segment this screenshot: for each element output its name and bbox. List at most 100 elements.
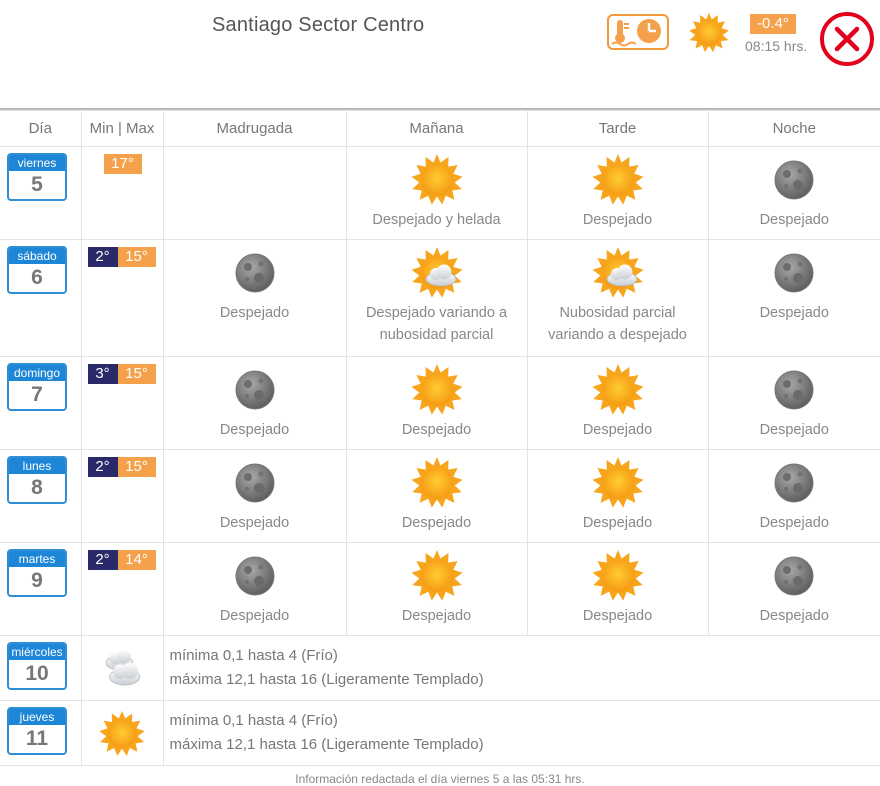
sun-icon — [591, 549, 645, 603]
close-icon[interactable] — [819, 11, 875, 67]
table-row: lunes 8 2° 15° Despejado Despejado Despejado De… — [0, 449, 880, 543]
day-name: martes — [9, 551, 65, 567]
footer-note: Información redactada el día viernes 5 a… — [295, 772, 585, 786]
period-cell: Despejado — [526, 449, 709, 543]
period-cell: Despejado variando a nubosidad parcial — [345, 239, 528, 357]
period-cell: Despejado — [707, 542, 880, 636]
day-cell: sábado 6 — [0, 239, 82, 357]
day-number: 6 — [31, 266, 43, 289]
period-cell: Despejado — [526, 356, 709, 450]
thermometer-clock-icon[interactable] — [607, 14, 669, 50]
extended-icon-cell — [80, 635, 164, 701]
period-cell: Despejado — [526, 542, 709, 636]
temp-max: 15° — [117, 364, 156, 384]
day-cell: domingo 7 — [0, 356, 82, 450]
minmax-badge: 2° 14° — [87, 550, 163, 570]
moon-icon — [767, 246, 821, 300]
condition-label: Nubosidad parcial variando a despejado — [548, 305, 687, 343]
table-row: sábado 6 2° 15° Despejado Despejado variando … — [0, 239, 880, 357]
day-number: 10 — [25, 662, 49, 685]
col-noche: Noche — [707, 110, 880, 147]
condition-label: Despejado — [219, 305, 290, 321]
sun-cloud-icon — [410, 246, 464, 300]
day-cell: miércoles 10 — [0, 635, 82, 701]
clouds-icon — [98, 645, 146, 693]
max-range-text: máxima 12,1 hasta 16 (Ligeramente Templa… — [169, 671, 484, 688]
header: Santiago Sector Centro -0.4° 08:15 hrs. — [0, 0, 880, 108]
temp-min: 2° — [87, 247, 118, 267]
day-badge: miércoles 10 — [7, 642, 67, 690]
minmax-badge: 3° 15° — [87, 364, 163, 384]
minmax-cell: 3° 15° — [80, 356, 164, 450]
period-cell: Despejado — [707, 356, 880, 450]
period-cell: Despejado — [707, 449, 880, 543]
day-cell: jueves 11 — [0, 700, 82, 766]
condition-label: Despejado y helada — [372, 212, 501, 228]
period-cell: Despejado — [162, 356, 347, 450]
max-range-text: máxima 12,1 hasta 16 (Ligeramente Templa… — [169, 736, 484, 753]
day-number: 7 — [31, 383, 43, 406]
period-cell: Despejado — [345, 356, 528, 450]
condition-label: Despejado — [582, 422, 653, 438]
extended-note-cell: mínima 0,1 hasta 4 (Frío) máxima 12,1 has… — [162, 700, 880, 766]
forecast-table: Día Min | Max Madrugada Mañana Tarde Noc… — [0, 110, 880, 766]
extended-icon-cell — [80, 700, 164, 766]
col-dia: Día — [0, 110, 82, 147]
period-cell: Nubosidad parcial variando a despejado — [526, 239, 709, 357]
temp-min: 3° — [87, 364, 118, 384]
condition-label: Despejado — [759, 305, 829, 321]
condition-label: Despejado — [582, 608, 653, 624]
period-cell: Despejado — [707, 146, 880, 240]
day-name: jueves — [9, 709, 65, 725]
col-tarde: Tarde — [526, 110, 709, 147]
day-name: viernes — [9, 155, 65, 171]
period-cell — [162, 146, 347, 240]
day-badge: viernes 5 — [7, 153, 67, 201]
temp-max: 17° — [103, 154, 142, 174]
condition-label: Despejado — [401, 422, 472, 438]
period-cell: Despejado — [162, 239, 347, 357]
table-row: domingo 7 3° 15° Despejado Despejado Despejado… — [0, 356, 880, 450]
day-name: domingo — [9, 365, 65, 381]
temp-max: 15° — [117, 247, 156, 267]
min-range-text: mínima 0,1 hasta 4 (Frío) — [169, 712, 338, 729]
condition-label: Despejado — [401, 608, 472, 624]
table-row-extended: jueves 11 mínima 0,1 hasta 4 (Frío) máxima … — [0, 700, 880, 766]
temp-min: 2° — [87, 550, 118, 570]
condition-label: Despejado — [219, 422, 290, 438]
minmax-cell: 2° 15° — [80, 239, 164, 357]
day-cell: viernes 5 — [0, 146, 82, 240]
moon-icon — [228, 456, 282, 510]
day-cell: lunes 8 — [0, 449, 82, 543]
table-row: viernes 5 17° Despejado y helada Despejado De… — [0, 146, 880, 240]
period-cell: Despejado — [345, 542, 528, 636]
col-madrugada: Madrugada — [162, 110, 347, 147]
day-name: sábado — [9, 248, 65, 264]
day-number: 5 — [31, 173, 43, 196]
sun-icon — [591, 363, 645, 417]
current-time: 08:15 hrs. — [745, 38, 808, 54]
day-badge: jueves 11 — [7, 707, 67, 755]
minmax-badge: 17° — [88, 154, 163, 174]
condition-label: Despejado — [219, 608, 290, 624]
col-minmax: Min | Max — [80, 110, 164, 147]
minmax-badge: 2° 15° — [87, 247, 163, 267]
sun-cloud-icon — [591, 246, 645, 300]
period-cell: Despejado — [526, 146, 709, 240]
condition-label: Despejado — [582, 212, 653, 228]
period-cell: Despejado — [345, 449, 528, 543]
sun-icon — [410, 549, 464, 603]
sun-icon — [410, 456, 464, 510]
condition-label: Despejado — [759, 422, 829, 438]
day-number: 11 — [25, 727, 49, 750]
moon-icon — [767, 153, 821, 207]
condition-label: Despejado — [219, 515, 290, 531]
moon-icon — [228, 363, 282, 417]
period-cell: Despejado — [162, 542, 347, 636]
extended-note-cell: mínima 0,1 hasta 4 (Frío) máxima 12,1 has… — [162, 635, 880, 701]
day-cell: martes 9 — [0, 542, 82, 636]
minmax-cell: 2° 15° — [80, 449, 164, 543]
condition-label: Despejado — [759, 515, 829, 531]
moon-icon — [228, 246, 282, 300]
moon-icon — [228, 549, 282, 603]
